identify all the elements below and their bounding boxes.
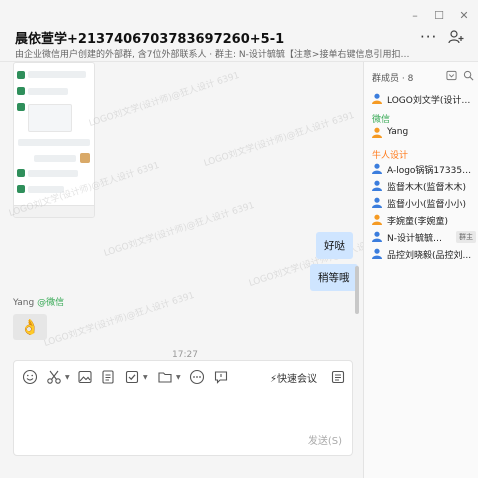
add-member-icon[interactable]	[448, 29, 464, 45]
maximize-button[interactable]: ☐	[430, 9, 448, 22]
member-name: 监督木木(监督木木)	[387, 183, 467, 193]
member-item[interactable]: 李婉童(李婉童)	[372, 213, 476, 227]
quick-meeting-label: 快速会议	[277, 374, 318, 385]
member-name: LOGO刘文学(设计师)	[387, 96, 473, 106]
member-name: A-logo锅锅173357...	[387, 166, 473, 176]
group-label-org: 牛人设计	[372, 151, 409, 161]
user-icon	[372, 197, 382, 208]
search-icon[interactable]	[463, 70, 474, 81]
sender-label: Yang @微信	[13, 295, 64, 308]
owner-badge: 群主	[456, 231, 476, 243]
user-icon	[372, 214, 382, 225]
emoji-icon[interactable]	[22, 369, 38, 385]
lightning-icon: ⚡	[270, 374, 278, 385]
chat-title: 晨依萱学+2137406703783697260+5-1	[15, 32, 285, 47]
member-item[interactable]: A-logo锅锅173357...	[372, 162, 476, 176]
message-composer[interactable]: ▼ ▼ ▼ ⚡快速会议 发送(S)	[13, 360, 353, 456]
sender-wechat-tag: @微信	[37, 298, 65, 308]
chat-history-icon[interactable]	[330, 369, 346, 385]
sender-name: Yang	[13, 298, 35, 308]
screenshot-image[interactable]	[13, 62, 95, 218]
watermark: LOGO刘文学(设计师)@狂人设计 6391	[87, 70, 241, 130]
member-panel: 群成员 · 8 LOGO刘文学(设计师) 微信 Yang 牛人设计 A-logo…	[363, 62, 478, 478]
more-options-button[interactable]: ···	[420, 28, 437, 46]
close-button[interactable]: ✕	[455, 9, 473, 22]
user-icon	[372, 231, 382, 242]
member-item[interactable]: 品控刘晓毅(品控刘...	[372, 247, 476, 261]
watermark: LOGO刘文学(设计师)@狂人设计 6391	[42, 290, 196, 350]
member-list-icon[interactable]	[446, 70, 457, 81]
member-name: 李婉童(李婉童)	[387, 217, 449, 227]
user-icon	[372, 93, 382, 104]
message-timestamp: 17:27	[172, 350, 198, 360]
chevron-down-icon[interactable]: ▼	[65, 374, 70, 381]
emoji-message[interactable]: 👌	[13, 314, 47, 340]
todo-icon[interactable]	[124, 369, 140, 385]
user-icon	[372, 163, 382, 174]
message-bubble[interactable]: 好哒	[316, 232, 353, 259]
folder-icon[interactable]	[157, 369, 173, 385]
member-item[interactable]: N-设计毓毓【... 群主	[372, 230, 476, 244]
member-name: 品控刘晓毅(品控刘...	[387, 251, 472, 261]
member-item[interactable]: 监督小小(监督小小)	[372, 196, 476, 210]
member-count-header: 群成员 · 8	[372, 74, 414, 84]
watermark: LOGO刘文学(设计师)@狂人设计 6391	[102, 200, 256, 260]
quick-meeting-button[interactable]: ⚡快速会议	[270, 370, 317, 385]
document-icon[interactable]	[100, 369, 116, 385]
user-icon	[372, 180, 382, 191]
member-name: N-设计毓毓【...	[387, 234, 445, 244]
chat-subtitle[interactable]: 由企业微信用户创建的外部群, 含7位外部联系人 · 群主: N-设计毓毓【注意>…	[15, 47, 410, 60]
minimize-button[interactable]: –	[406, 9, 424, 22]
member-name: 监督小小(监督小小)	[387, 200, 467, 210]
member-item[interactable]: Yang	[372, 126, 476, 140]
chevron-down-icon[interactable]: ▼	[176, 374, 181, 381]
member-name: Yang	[387, 127, 409, 137]
chevron-down-icon[interactable]: ▼	[143, 374, 148, 381]
comment-icon[interactable]	[213, 369, 229, 385]
message-bubble[interactable]: 稍等哦	[310, 264, 358, 291]
scissors-icon[interactable]	[46, 369, 62, 385]
watermark: LOGO刘文学(设计师)@狂人设计 6391	[202, 110, 356, 170]
message-list[interactable]: LOGO刘文学(设计师)@狂人设计 6391 LOGO刘文学(设计师)@狂人设计…	[0, 62, 363, 354]
user-icon	[372, 127, 382, 138]
scrollbar[interactable]	[355, 266, 359, 314]
image-icon[interactable]	[77, 369, 93, 385]
chat-header: – ☐ ✕ 晨依萱学+2137406703783697260+5-1 由企业微信…	[0, 0, 478, 62]
user-icon	[372, 248, 382, 259]
member-item[interactable]: LOGO刘文学(设计师)	[372, 92, 476, 106]
member-item[interactable]: 监督木木(监督木木)	[372, 179, 476, 193]
send-button[interactable]: 发送(S)	[308, 432, 342, 447]
more-icon[interactable]	[189, 369, 205, 385]
group-label-wechat: 微信	[372, 115, 391, 125]
